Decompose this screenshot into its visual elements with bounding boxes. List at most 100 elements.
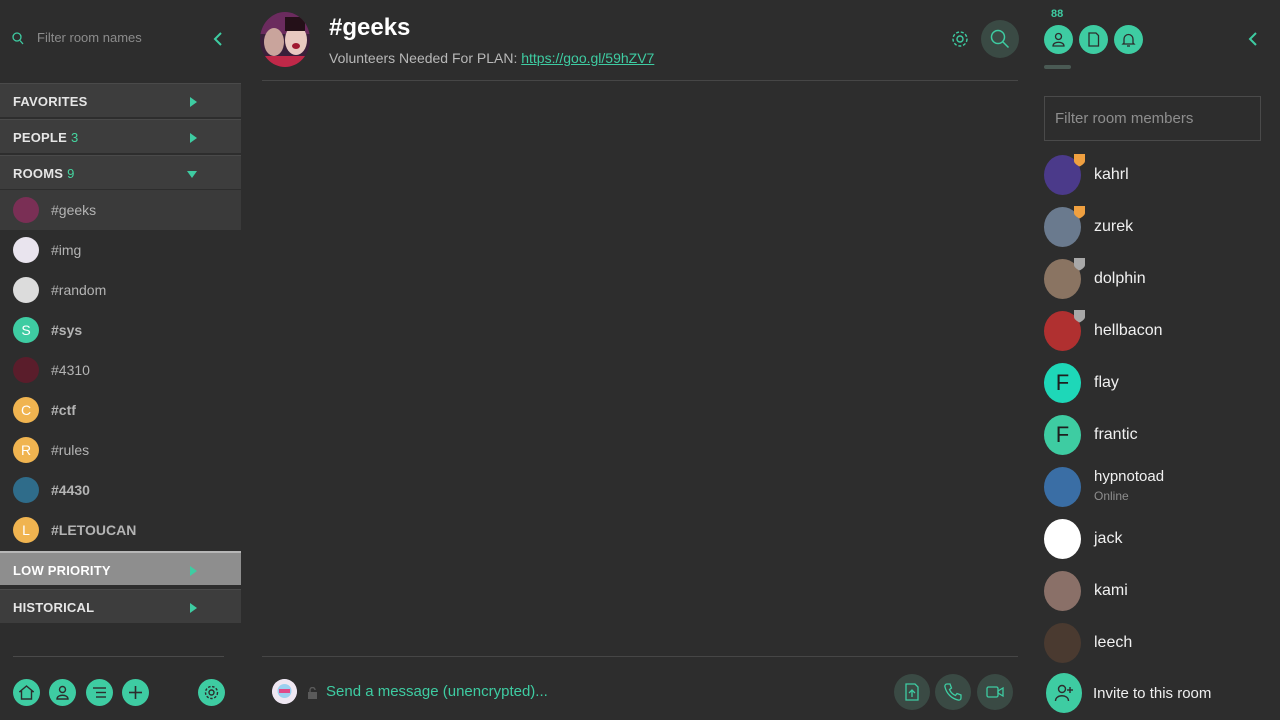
member-name: hellbacon: [1094, 322, 1163, 339]
member-item[interactable]: Fflay: [1040, 361, 1280, 413]
section-label: FAVORITES: [13, 94, 88, 109]
phone-icon: [944, 683, 962, 701]
member-avatar: [1044, 467, 1081, 507]
room-view: #geeks Volunteers Needed For PLAN: https…: [241, 0, 1040, 720]
settings-icon: [204, 685, 219, 700]
collapse-arrow-icon: [187, 171, 197, 178]
room-item[interactable]: #geeks: [0, 190, 241, 230]
room-name: #img: [51, 242, 82, 258]
search-button[interactable]: [981, 20, 1019, 58]
room-filter-input[interactable]: Filter room names: [37, 30, 142, 45]
section-count: 3: [70, 130, 79, 145]
notifications-tab[interactable]: [1114, 25, 1143, 54]
member-name: kahrl: [1094, 166, 1129, 183]
room-name: #4430: [51, 482, 90, 498]
room-avatar: C: [13, 397, 39, 423]
room-item[interactable]: L #LETOUCAN: [0, 510, 241, 550]
settings-button[interactable]: [198, 679, 225, 706]
section-label: PEOPLE 3: [13, 130, 79, 145]
room-item[interactable]: #random: [0, 270, 241, 310]
room-directory-icon: [93, 687, 106, 698]
topic-link[interactable]: https://goo.gl/59hZV7: [521, 50, 654, 66]
room-list-panel: Filter room names FAVORITES PEOPLE 3 ROOM…: [0, 0, 241, 720]
member-name: leech: [1094, 634, 1133, 651]
member-item[interactable]: jack: [1040, 517, 1280, 569]
section-label: ROOMS 9: [13, 166, 75, 181]
section-favorites[interactable]: FAVORITES: [0, 83, 241, 117]
member-name: dolphin: [1094, 270, 1146, 287]
room-name: #rules: [51, 442, 90, 458]
moderator-badge-icon: [1074, 310, 1085, 323]
upload-button[interactable]: [894, 674, 930, 710]
create-room-button[interactable]: [122, 679, 149, 706]
room-name: #ctf: [51, 402, 76, 418]
room-avatar[interactable]: [260, 12, 310, 67]
section-low-priority[interactable]: LOW PRIORITY: [0, 551, 241, 585]
room-item[interactable]: #4430: [0, 470, 241, 510]
add-user-icon: [1054, 684, 1073, 702]
room-item[interactable]: #4310: [0, 350, 241, 390]
voice-call-button[interactable]: [935, 674, 971, 710]
room-item[interactable]: R #rules: [0, 430, 241, 470]
member-item[interactable]: zurek: [1040, 205, 1280, 257]
member-item[interactable]: hypnotoad Online: [1040, 465, 1280, 517]
room-settings-icon[interactable]: [951, 30, 969, 53]
home-icon: [19, 685, 34, 700]
file-icon: [1088, 32, 1100, 47]
section-rooms[interactable]: ROOMS 9: [0, 155, 241, 189]
expand-arrow-icon: [190, 603, 197, 613]
search-icon: [12, 32, 24, 51]
room-directory-button[interactable]: [86, 679, 113, 706]
files-tab[interactable]: [1079, 25, 1108, 54]
member-count: 88: [1051, 8, 1064, 20]
start-chat-button[interactable]: [49, 679, 76, 706]
moderator-badge-icon: [1074, 258, 1085, 271]
invite-button[interactable]: [1046, 673, 1082, 713]
message-composer-input[interactable]: Send a message (unencrypted)...: [326, 683, 548, 700]
room-item[interactable]: S #sys: [0, 310, 241, 350]
room-avatar: [13, 477, 39, 503]
member-name: flay: [1094, 374, 1119, 391]
admin-badge-icon: [1074, 154, 1085, 167]
member-item[interactable]: kami: [1040, 569, 1280, 621]
user-avatar[interactable]: [272, 679, 297, 704]
expand-arrow-icon: [190, 566, 197, 576]
members-tab[interactable]: [1044, 25, 1073, 54]
upload-icon: [905, 683, 919, 701]
section-people[interactable]: PEOPLE 3: [0, 119, 241, 153]
room-filter: Filter room names: [0, 22, 241, 58]
collapse-left-panel-icon[interactable]: [212, 31, 224, 52]
room-name: #4310: [51, 362, 90, 378]
room-name: #geeks: [51, 202, 97, 218]
section-historical[interactable]: HISTORICAL: [0, 589, 241, 623]
video-call-button[interactable]: [977, 674, 1013, 710]
home-button[interactable]: [13, 679, 40, 706]
collapse-right-panel-icon[interactable]: [1247, 31, 1259, 52]
room-avatar: [13, 197, 39, 223]
member-item[interactable]: leech: [1040, 621, 1280, 673]
create-room-icon: [129, 686, 142, 699]
member-item[interactable]: dolphin: [1040, 257, 1280, 309]
room-item[interactable]: C #ctf: [0, 390, 241, 430]
room-name: #LETOUCAN: [51, 522, 137, 538]
member-panel: 88 Filter room members kahrl zurek dolphin…: [1040, 0, 1280, 720]
member-avatar: F: [1044, 415, 1081, 455]
section-count: 9: [67, 166, 75, 181]
room-avatar: R: [13, 437, 39, 463]
section-label: HISTORICAL: [13, 600, 95, 615]
invite-label[interactable]: Invite to this room: [1093, 685, 1211, 702]
video-camera-icon: [986, 686, 1004, 698]
header-divider: [262, 80, 1018, 81]
member-name: jack: [1094, 530, 1123, 547]
room-name: #random: [51, 282, 107, 298]
unencrypted-lock-icon: [307, 686, 318, 704]
member-item[interactable]: kahrl: [1040, 153, 1280, 205]
room-topic: Volunteers Needed For PLAN: https://goo.…: [329, 50, 655, 66]
member-avatar: [1044, 519, 1081, 559]
room-avatar: [13, 237, 39, 263]
member-filter-input[interactable]: Filter room members: [1044, 96, 1261, 141]
member-item[interactable]: Ffrantic: [1040, 413, 1280, 465]
member-avatar: F: [1044, 363, 1081, 403]
room-item[interactable]: #img: [0, 230, 241, 270]
member-item[interactable]: hellbacon: [1040, 309, 1280, 361]
